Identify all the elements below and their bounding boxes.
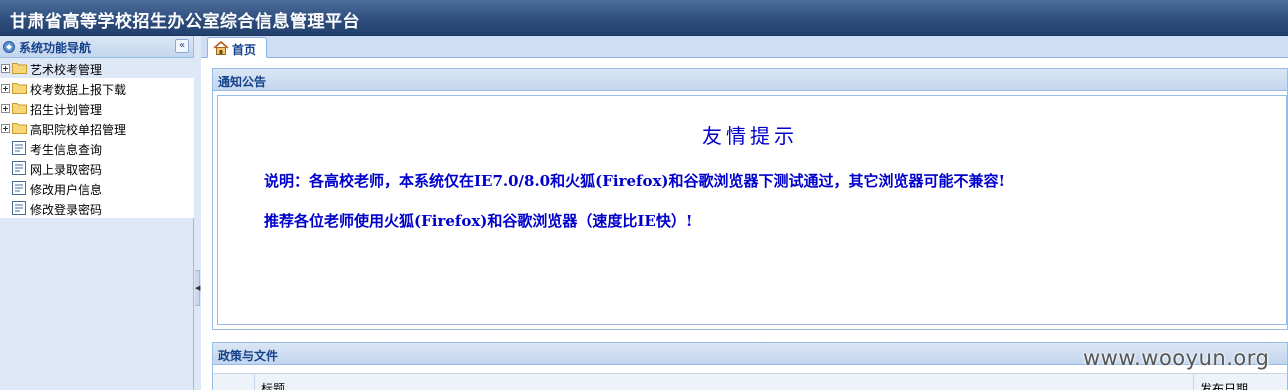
form-page-icon — [12, 141, 26, 155]
expand-icon[interactable] — [1, 64, 10, 73]
sidebar-item-label: 招生计划管理 — [30, 103, 103, 117]
sidebar-item-label: 修改登录密码 — [30, 203, 103, 217]
notice-heading: 友情提示 — [702, 124, 798, 148]
expand-icon[interactable] — [1, 124, 10, 133]
nav-tree: 艺术校考管理 校考数据上报下载 招生计划管理 高职院校单招管理 考生信息查询 网… — [0, 58, 194, 218]
sidebar-item-label: 考生信息查询 — [30, 143, 103, 157]
notice-panel: 通知公告 — [212, 68, 1288, 330]
sidebar-item-admission-password[interactable]: 网上录取密码 — [0, 158, 194, 178]
sidebar-item-vocational[interactable]: 高职院校单招管理 — [0, 118, 194, 138]
sidebar-title: 系统功能导航 — [19, 41, 92, 55]
sidebar-item-label: 网上录取密码 — [30, 163, 103, 177]
sidebar-item-label: 校考数据上报下载 — [30, 83, 127, 97]
sidebar-item-enrollment-plan[interactable]: 招生计划管理 — [0, 98, 194, 118]
folder-icon — [12, 63, 27, 74]
collapse-sidebar-button[interactable]: « — [175, 39, 189, 53]
sidebar-item-edit-user[interactable]: 修改用户信息 — [0, 178, 194, 198]
column-header-date[interactable]: 发布日期 — [1193, 374, 1248, 390]
folder-icon — [12, 103, 27, 114]
folder-icon — [12, 83, 27, 94]
select-column-header — [217, 374, 255, 390]
notice-panel-title: 通知公告 — [218, 75, 267, 89]
notice-line-recommendation: 推荐各位老师使用火狐(Firefox)和谷歌浏览器（速度比IE快）! — [264, 212, 693, 230]
policy-panel-title: 政策与文件 — [218, 349, 279, 363]
expand-icon[interactable] — [1, 104, 10, 113]
watermark: www.wooyun.org — [1083, 346, 1270, 370]
sidebar-item-change-password[interactable]: 修改登录密码 — [0, 198, 194, 218]
sidebar: 系统功能导航 « 艺术校考管理 校考数据上报下载 招生计划管理 高职院校单招管理… — [0, 36, 194, 390]
collapse-arrow-icon: ◀ — [195, 284, 201, 292]
sidebar-item-label: 修改用户信息 — [30, 183, 103, 197]
sidebar-item-label: 艺术校考管理 — [30, 63, 103, 77]
navigation-icon — [3, 41, 15, 53]
column-header-title[interactable]: 标题 — [261, 380, 285, 390]
policy-table-header: 标题 发布日期 — [213, 373, 1287, 390]
sidebar-item-art-exam[interactable]: 艺术校考管理 — [0, 58, 194, 78]
notice-panel-header: 通知公告 — [213, 69, 1287, 91]
app-title: 甘肃省高等学校招生办公室综合信息管理平台 — [10, 12, 360, 32]
folder-icon — [12, 123, 27, 134]
home-icon — [213, 41, 229, 55]
sidebar-header: 系统功能导航 « — [0, 36, 193, 58]
sidebar-item-exam-data[interactable]: 校考数据上报下载 — [0, 78, 194, 98]
notice-line-browser-compat: 说明：各高校老师，本系统仅在IE7.0/8.0和火狐(Firefox)和谷歌浏览… — [264, 172, 1006, 190]
form-page-icon — [12, 201, 26, 215]
expand-icon[interactable] — [1, 84, 10, 93]
sidebar-item-label: 高职院校单招管理 — [30, 123, 127, 137]
tab-label: 首页 — [232, 43, 257, 57]
form-page-icon — [12, 181, 26, 195]
form-page-icon — [12, 161, 26, 175]
app-header: 甘肃省高等学校招生办公室综合信息管理平台 — [0, 0, 1288, 36]
tab-bar: 首页 — [201, 36, 1288, 58]
sidebar-item-student-query[interactable]: 考生信息查询 — [0, 138, 194, 158]
tab-home[interactable]: 首页 — [207, 37, 267, 58]
